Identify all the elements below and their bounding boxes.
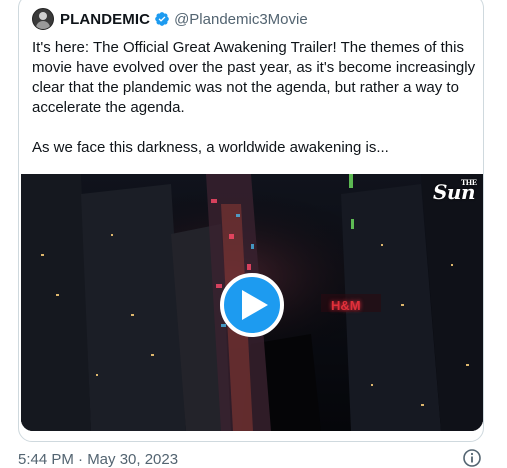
tweet-header: PLANDEMIC @Plandemic3Movie bbox=[32, 7, 308, 31]
tweet-timestamp[interactable]: 5:44 PM · May 30, 2023 bbox=[18, 451, 178, 468]
verified-badge-icon bbox=[155, 12, 169, 26]
tweet-paragraph-2: As we face this darkness, a worldwide aw… bbox=[32, 139, 389, 156]
video-player[interactable]: THE Sun H&M bbox=[21, 174, 483, 431]
author-avatar[interactable] bbox=[32, 8, 54, 30]
tweet-text: It's here: The Official Great Awakening … bbox=[32, 38, 477, 158]
author-name[interactable]: PLANDEMIC bbox=[60, 11, 150, 28]
tweet-paragraph-1: It's here: The Official Great Awakening … bbox=[32, 39, 476, 116]
sun-watermark-the: THE bbox=[460, 178, 477, 187]
sun-watermark: THE Sun bbox=[433, 178, 477, 204]
info-icon[interactable] bbox=[462, 448, 482, 468]
tweet-card[interactable]: PLANDEMIC @Plandemic3Movie It's here: Th… bbox=[18, 0, 484, 442]
play-icon bbox=[241, 290, 268, 320]
play-button[interactable] bbox=[220, 273, 284, 337]
author-handle[interactable]: @Plandemic3Movie bbox=[174, 11, 308, 28]
storefront-sign: H&M bbox=[331, 298, 361, 313]
